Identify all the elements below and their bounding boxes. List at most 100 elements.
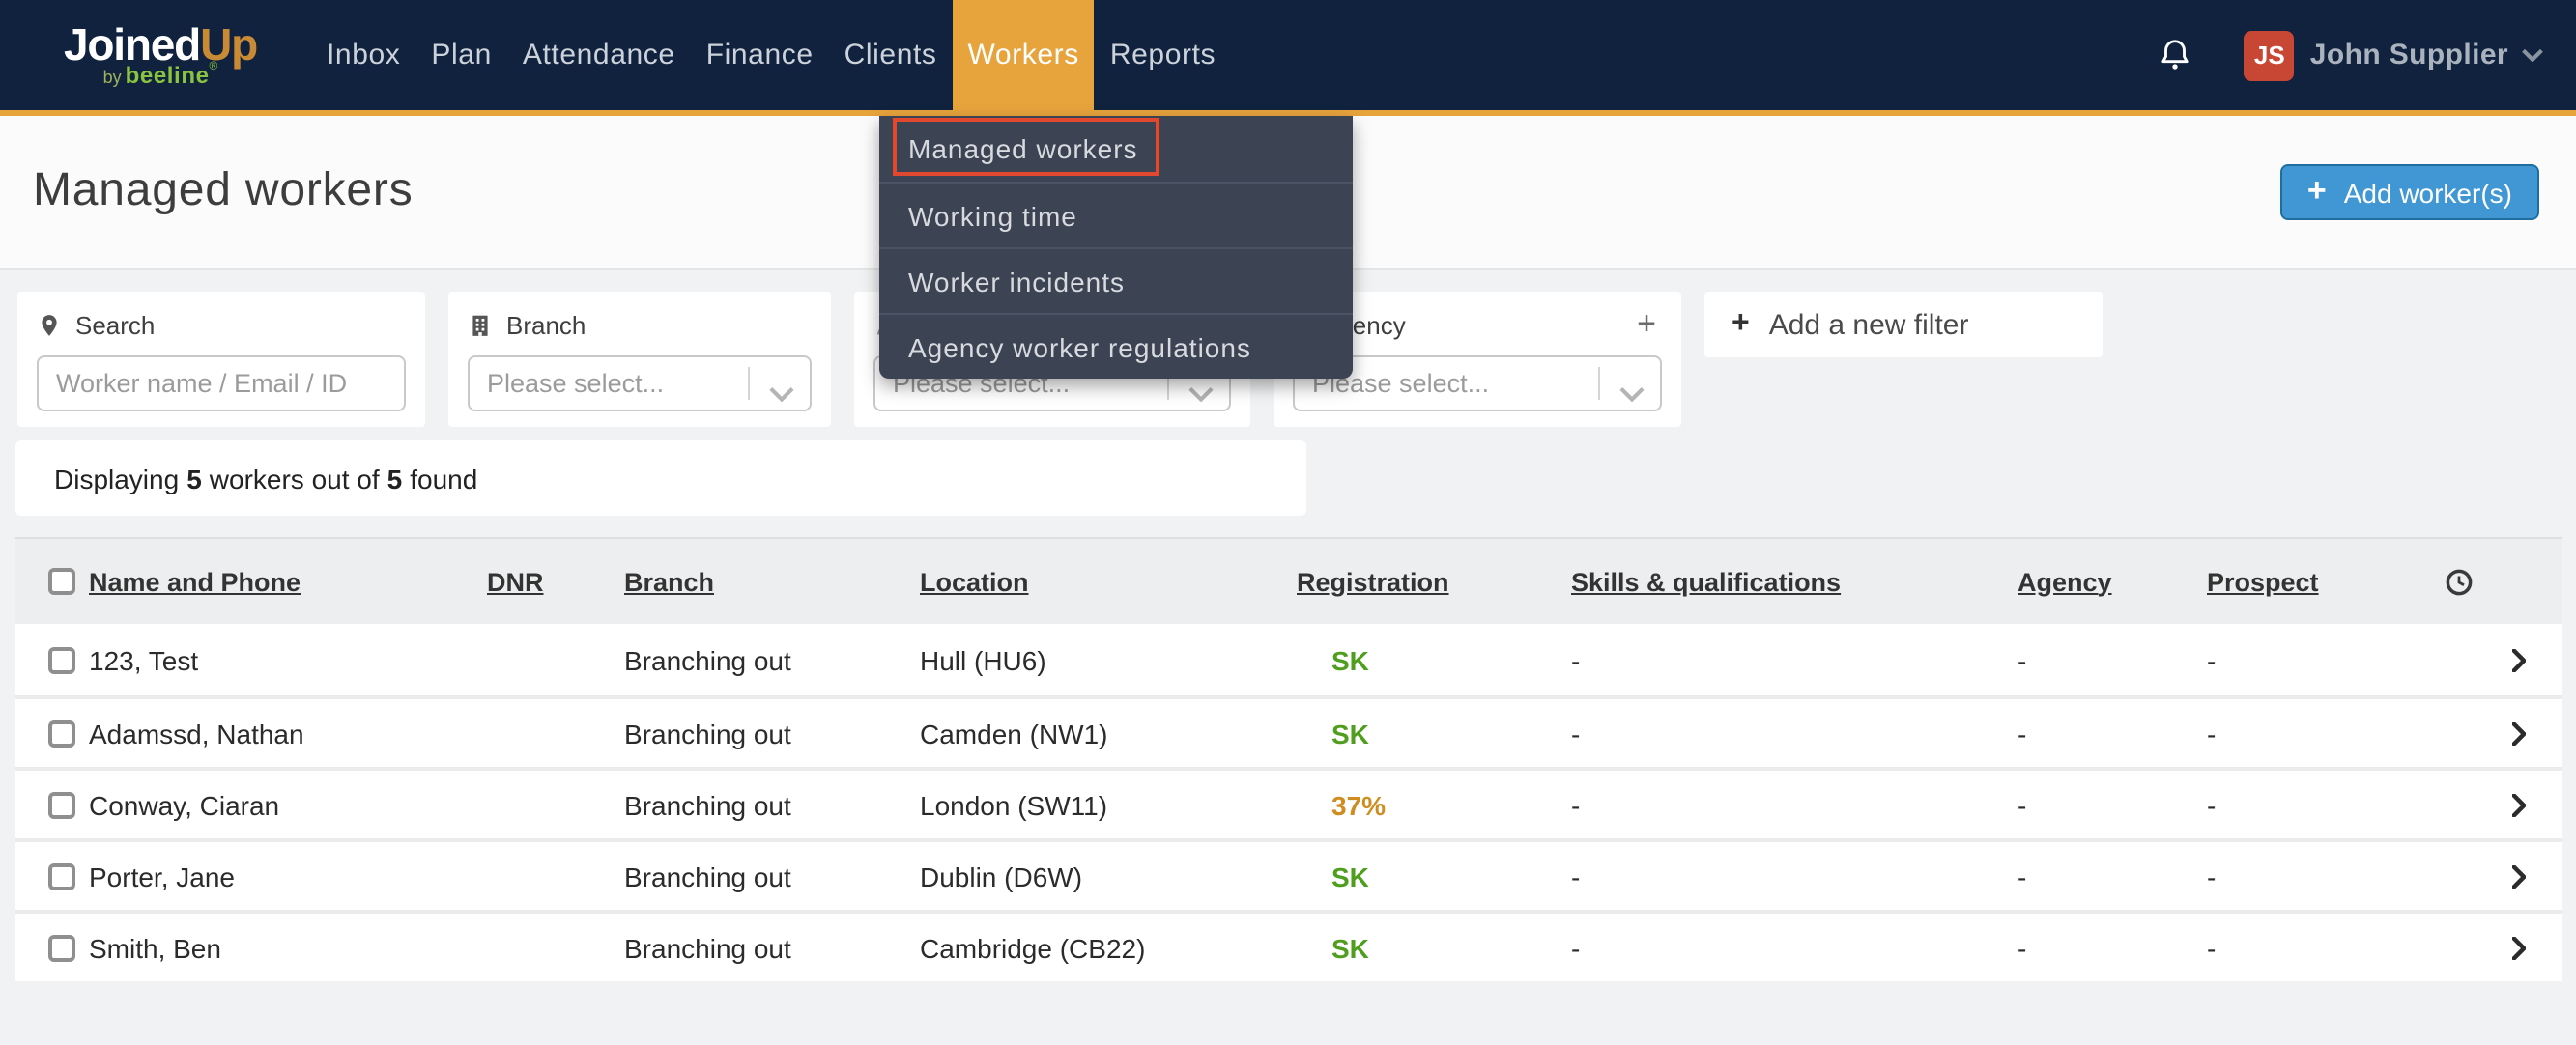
notifications-bell-icon[interactable]	[2158, 37, 2194, 73]
workers-dropdown-menu: Managed workers Working time Worker inci…	[879, 116, 1353, 379]
cell-branch: Branching out	[624, 789, 920, 820]
header-branch: Branch	[624, 567, 920, 596]
branch-filter-label: Branch	[468, 309, 812, 340]
add-workers-button[interactable]: + Add worker(s)	[2280, 164, 2539, 220]
top-nav: JoinedUp bybeeline® Inbox Plan Attendanc…	[0, 0, 2576, 116]
cell-agency: -	[2018, 932, 2207, 963]
highlight-box	[893, 118, 1159, 176]
table-row[interactable]: 123, Test Branching out Hull (HU6) SK - …	[15, 624, 2562, 695]
nav-item-plan[interactable]: Plan	[415, 0, 506, 110]
cell-location: Hull (HU6)	[920, 644, 1297, 675]
nav-item-inbox[interactable]: Inbox	[311, 0, 415, 110]
cell-name: Porter, Jane	[89, 861, 487, 891]
row-checkbox[interactable]	[48, 720, 75, 747]
chevron-down-icon	[1619, 379, 1645, 408]
nav-item-clients[interactable]: Clients	[829, 0, 953, 110]
cell-location: London (SW11)	[920, 789, 1297, 820]
nav-item-reports[interactable]: Reports	[1095, 0, 1231, 110]
chevron-down-icon	[769, 379, 794, 408]
cell-skills: -	[1571, 644, 2018, 675]
cell-skills: -	[1571, 861, 2018, 891]
search-input[interactable]: Worker name / Email / ID	[37, 355, 406, 411]
cell-branch: Branching out	[624, 932, 920, 963]
cell-prospect: -	[2207, 861, 2429, 891]
plus-icon: +	[1732, 307, 1750, 342]
cell-prospect: -	[2207, 718, 2429, 748]
table-body: 123, Test Branching out Hull (HU6) SK - …	[15, 624, 2562, 981]
cell-agency: -	[2018, 861, 2207, 891]
cell-prospect: -	[2207, 789, 2429, 820]
cell-agency: -	[2018, 718, 2207, 748]
add-new-filter-button[interactable]: + Add a new filter	[1704, 292, 2103, 357]
user-menu-chevron-down-icon	[2522, 48, 2543, 62]
workers-table: Name and Phone DNR Branch Location Regis…	[15, 537, 2562, 981]
row-chevron-right-icon[interactable]	[2429, 793, 2562, 816]
cell-location: Cambridge (CB22)	[920, 932, 1297, 963]
nav-menu: Inbox Plan Attendance Finance Clients Wo…	[311, 0, 1231, 110]
cell-name: Adamssd, Nathan	[89, 718, 487, 748]
cell-registration: SK	[1297, 932, 1571, 963]
cell-skills: -	[1571, 718, 2018, 748]
header-prospect: Prospect	[2207, 567, 2429, 596]
cell-name: Conway, Ciaran	[89, 789, 487, 820]
header-agency: Agency	[2018, 567, 2207, 596]
nav-item-finance[interactable]: Finance	[691, 0, 829, 110]
cell-registration: 37%	[1297, 789, 1571, 820]
page-title: Managed workers	[33, 164, 414, 218]
row-checkbox[interactable]	[48, 646, 75, 673]
table-header-row: Name and Phone DNR Branch Location Regis…	[15, 537, 2562, 624]
row-checkbox[interactable]	[48, 934, 75, 961]
nav-right-section: JS John Supplier	[2158, 0, 2543, 110]
row-checkbox[interactable]	[48, 862, 75, 890]
user-name[interactable]: John Supplier	[2310, 39, 2508, 71]
cell-skills: -	[1571, 789, 2018, 820]
clock-icon[interactable]	[2429, 567, 2562, 596]
building-icon	[468, 312, 493, 337]
user-avatar[interactable]: JS	[2245, 30, 2295, 80]
nav-item-attendance[interactable]: Attendance	[507, 0, 691, 110]
menu-item-worker-incidents[interactable]: Worker incidents	[879, 247, 1353, 313]
row-chevron-right-icon[interactable]	[2429, 648, 2562, 671]
cell-skills: -	[1571, 932, 2018, 963]
header-registration: Registration	[1297, 567, 1571, 596]
agency-add-plus-icon[interactable]: +	[1637, 305, 1662, 344]
row-chevron-right-icon[interactable]	[2429, 721, 2562, 745]
table-row[interactable]: Porter, Jane Branching out Dublin (D6W) …	[15, 838, 2562, 910]
cell-agency: -	[2018, 644, 2207, 675]
joinedup-logo[interactable]: JoinedUp bybeeline®	[52, 22, 269, 88]
select-divider	[748, 367, 750, 400]
cell-branch: Branching out	[624, 861, 920, 891]
chevron-down-icon	[1188, 379, 1214, 408]
app-root: JoinedUp bybeeline® Inbox Plan Attendanc…	[0, 0, 2576, 1045]
branch-select[interactable]: Please select...	[468, 355, 812, 411]
table-row[interactable]: Conway, Ciaran Branching out London (SW1…	[15, 767, 2562, 838]
header-name-and-phone: Name and Phone	[89, 567, 487, 596]
cell-name: 123, Test	[89, 644, 487, 675]
cell-prospect: -	[2207, 932, 2429, 963]
total-count: 5	[387, 463, 403, 494]
plus-icon: +	[2307, 171, 2327, 210]
map-pin-icon	[37, 312, 62, 337]
header-skills-qualifications: Skills & qualifications	[1571, 567, 2018, 596]
cell-prospect: -	[2207, 644, 2429, 675]
cell-branch: Branching out	[624, 644, 920, 675]
menu-item-agency-worker-regulations[interactable]: Agency worker regulations	[879, 313, 1353, 379]
row-checkbox[interactable]	[48, 791, 75, 818]
table-row[interactable]: Adamssd, Nathan Branching out Camden (NW…	[15, 695, 2562, 767]
select-divider	[1598, 367, 1600, 400]
cell-registration: SK	[1297, 718, 1571, 748]
table-row[interactable]: Smith, Ben Branching out Cambridge (CB22…	[15, 910, 2562, 981]
shown-count: 5	[186, 463, 202, 494]
nav-item-workers[interactable]: Workers	[953, 0, 1095, 110]
header-dnr: DNR	[487, 567, 624, 596]
filter-card-search: Search Worker name / Email / ID	[17, 292, 425, 427]
row-chevron-right-icon[interactable]	[2429, 936, 2562, 959]
menu-item-working-time[interactable]: Working time	[879, 182, 1353, 247]
search-filter-label: Search	[37, 309, 406, 340]
row-chevron-right-icon[interactable]	[2429, 864, 2562, 888]
results-summary: Displaying 5 workers out of 5 found	[15, 440, 1306, 516]
menu-item-managed-workers[interactable]: Managed workers	[879, 116, 1353, 182]
cell-agency: -	[2018, 789, 2207, 820]
select-all-checkbox[interactable]	[48, 568, 75, 595]
cell-name: Smith, Ben	[89, 932, 487, 963]
